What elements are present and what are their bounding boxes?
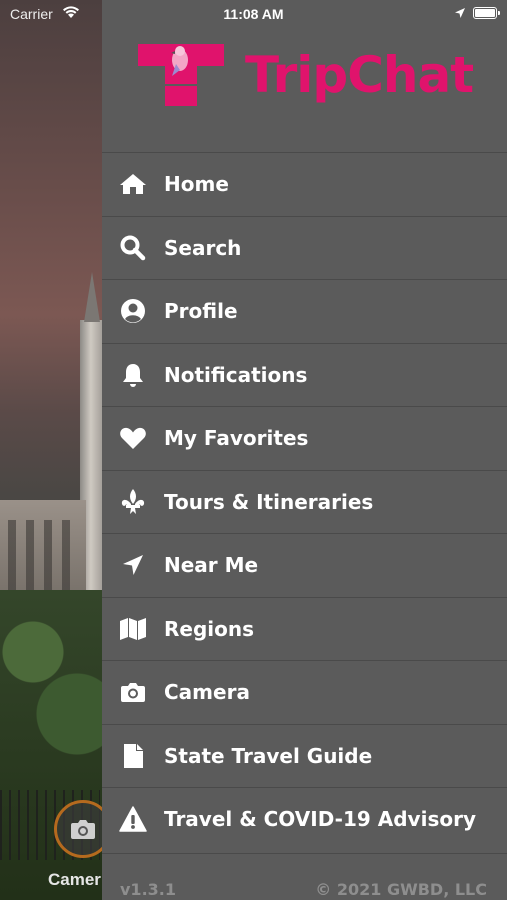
warning-icon [118,804,148,834]
menu-item-regions[interactable]: Regions [102,596,507,661]
brand-name: TripChat [245,46,474,104]
tripchat-logo-icon [138,44,224,106]
menu-item-label: Regions [164,616,255,641]
menu-item-label: Tours & Itineraries [164,489,374,514]
menu-item-search[interactable]: Search [102,215,507,280]
search-icon [118,233,148,263]
menu-item-notifications[interactable]: Notifications [102,342,507,407]
map-icon [118,614,148,644]
menu-item-label: Travel & COVID-19 Advisory [164,807,476,832]
home-icon [118,169,148,199]
battery-icon [473,7,500,19]
menu-item-label: Near Me [164,553,259,578]
menu-item-profile[interactable]: Profile [102,279,507,343]
copyright-notice: © 2021 GWBD, LLC [315,880,487,899]
menu-item-travel-covid-advisory[interactable]: Travel & COVID-19 Advisory [102,787,507,851]
menu-item-tours-itineraries[interactable]: Tours & Itineraries [102,469,507,534]
location-arrow-icon [118,550,148,580]
location-services-icon [455,8,465,18]
fleur-de-lis-icon [118,487,148,517]
menu-item-my-favorites[interactable]: My Favorites [102,406,507,470]
menu-item-near-me[interactable]: Near Me [102,533,507,597]
bell-icon [118,360,148,390]
menu-item-camera[interactable]: Camera [102,660,507,724]
clock: 11:08 AM [223,6,284,22]
camera-icon [118,677,148,707]
menu-item-home[interactable]: Home [102,152,507,216]
menu-item-label: Notifications [164,362,308,387]
drawer-footer: v1.3.1 © 2021 GWBD, LLC [102,853,507,900]
menu-item-label: Search [164,235,242,260]
battery-level [475,9,495,17]
app-version: v1.3.1 [120,880,176,899]
document-icon [118,741,148,771]
menu-item-label: State Travel Guide [164,743,373,768]
menu-item-label: My Favorites [164,426,309,451]
drawer-menu: Home Search Profile Notifications My Fav… [102,152,507,851]
menu-item-state-travel-guide[interactable]: State Travel Guide [102,723,507,788]
camera-button-label: Camer [48,870,101,889]
heart-icon [118,423,148,453]
status-bar: Carrier 11:08 AM [0,0,507,28]
camera-icon [71,820,95,839]
menu-item-label: Profile [164,299,238,324]
side-drawer: TripChat Home Search Profile Notificatio… [102,0,507,900]
user-circle-icon [118,296,148,326]
menu-item-label: Home [164,172,229,197]
menu-item-label: Camera [164,680,250,705]
